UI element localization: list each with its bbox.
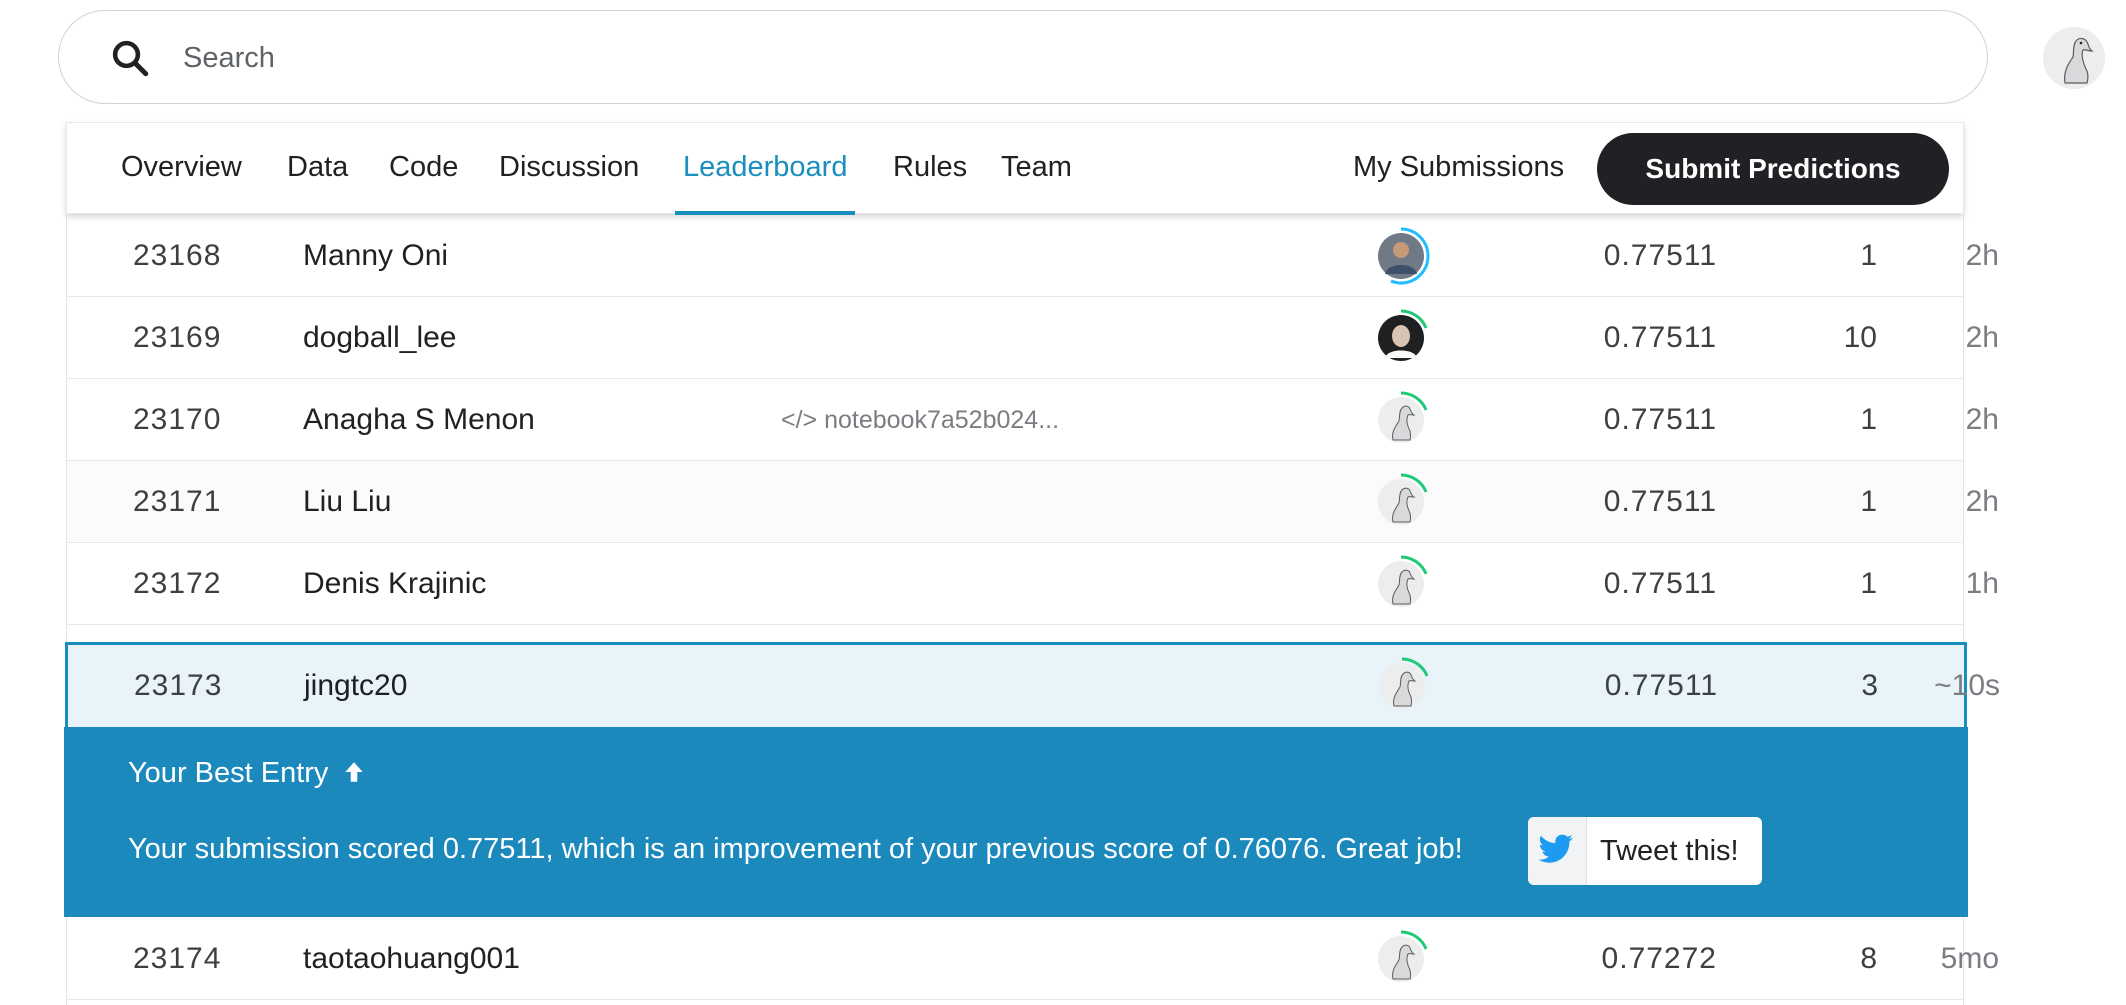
competition-tabs: Overview Data Code Discussion Leaderboar… (66, 122, 1964, 215)
banner-title-text: Your Best Entry (128, 757, 329, 789)
best-entry-banner: Your Best Entry Your submission scored 0… (64, 727, 1968, 917)
member-avatar[interactable] (1371, 472, 1431, 532)
team-name[interactable]: dogball_lee (303, 297, 456, 379)
tab-discussion[interactable]: Discussion (499, 123, 639, 215)
rank: 23173 (134, 669, 223, 702)
team-name[interactable]: Denis Krajinic (303, 543, 486, 625)
banner-message: Your submission scored 0.77511, which is… (128, 833, 1463, 865)
last-submission: 2h (1965, 239, 1999, 272)
table-row[interactable]: 23171 Liu Liu 0.77511 1 2h (67, 461, 1999, 543)
tweet-button[interactable]: Tweet this! (1528, 817, 1762, 885)
tab-leaderboard[interactable]: Leaderboard (674, 123, 856, 215)
search-icon (112, 40, 149, 77)
member-avatar[interactable] (1371, 308, 1431, 368)
last-submission: 1h (1965, 567, 1999, 600)
my-entry-row[interactable]: 23173 jingtc20 0.77511 3 ~10s (65, 642, 2000, 730)
goose-icon (1372, 555, 1430, 613)
twitter-icon (1528, 817, 1587, 885)
table-row[interactable]: 23172 Denis Krajinic 0.77511 1 1h (67, 543, 1999, 625)
tab-rules[interactable]: Rules (893, 123, 967, 215)
rank: 23170 (133, 403, 222, 436)
last-submission: ~10s (1934, 669, 2000, 702)
score: 0.77511 (1603, 239, 1717, 272)
goose-icon (1372, 473, 1430, 531)
goose-icon (1373, 657, 1431, 715)
score: 0.77511 (1603, 321, 1717, 354)
user-avatar[interactable] (2043, 27, 2105, 89)
score: 0.77272 (1601, 942, 1717, 975)
goose-icon (2043, 27, 2105, 89)
tab-overview[interactable]: Overview (121, 123, 242, 215)
goose-icon (1372, 930, 1430, 988)
goose-icon (1372, 391, 1430, 449)
last-submission: 2h (1965, 321, 1999, 354)
rank: 23169 (133, 321, 222, 354)
member-avatar[interactable] (1371, 554, 1431, 614)
team-name[interactable]: taotaohuang001 (303, 918, 520, 1000)
table-row[interactable]: 23170 Anagha S Menon </> notebook7a52b02… (67, 379, 1999, 461)
rank: 23174 (133, 942, 222, 975)
last-submission: 2h (1965, 485, 1999, 518)
arrow-up-icon (344, 762, 363, 782)
table-row[interactable]: 23168 Manny Oni 0.77511 1 2h (67, 215, 1999, 297)
tweet-label: Tweet this! (1600, 835, 1739, 867)
photo-avatar-icon (1372, 227, 1430, 285)
photo-avatar-icon (1372, 309, 1430, 367)
score: 0.77511 (1604, 669, 1718, 702)
score: 0.77511 (1603, 403, 1717, 436)
rank: 23168 (133, 239, 222, 272)
table-row[interactable]: 23174 taotaohuang001 0.77272 8 5mo (67, 918, 1999, 1000)
member-avatar[interactable] (1372, 656, 1432, 716)
last-submission: 5mo (1940, 942, 1999, 975)
search-bar[interactable] (58, 10, 1988, 104)
banner-title: Your Best Entry (128, 757, 367, 790)
team-name[interactable]: Anagha S Menon (303, 379, 535, 461)
member-avatar[interactable] (1371, 226, 1431, 286)
member-avatar[interactable] (1371, 929, 1431, 989)
team-name[interactable]: Manny Oni (303, 215, 448, 297)
tab-code[interactable]: Code (389, 123, 458, 215)
tab-data[interactable]: Data (287, 123, 348, 215)
member-avatar[interactable] (1371, 390, 1431, 450)
last-submission: 2h (1965, 403, 1999, 436)
tab-team[interactable]: Team (1001, 123, 1072, 215)
score: 0.77511 (1603, 485, 1717, 518)
rank: 23172 (133, 567, 222, 600)
team-name[interactable]: jingtc20 (304, 645, 407, 727)
my-submissions-link[interactable]: My Submissions (1353, 123, 1564, 215)
team-name[interactable]: Liu Liu (303, 461, 391, 543)
score: 0.77511 (1603, 567, 1717, 600)
table-row[interactable]: 23169 dogball_lee 0.77511 10 2h (67, 297, 1999, 379)
search-input[interactable] (181, 29, 1885, 87)
submit-predictions-button[interactable]: Submit Predictions (1597, 133, 1949, 205)
notebook-link[interactable]: </> notebook7a52b024... (781, 379, 1059, 461)
rank: 23171 (133, 485, 222, 518)
